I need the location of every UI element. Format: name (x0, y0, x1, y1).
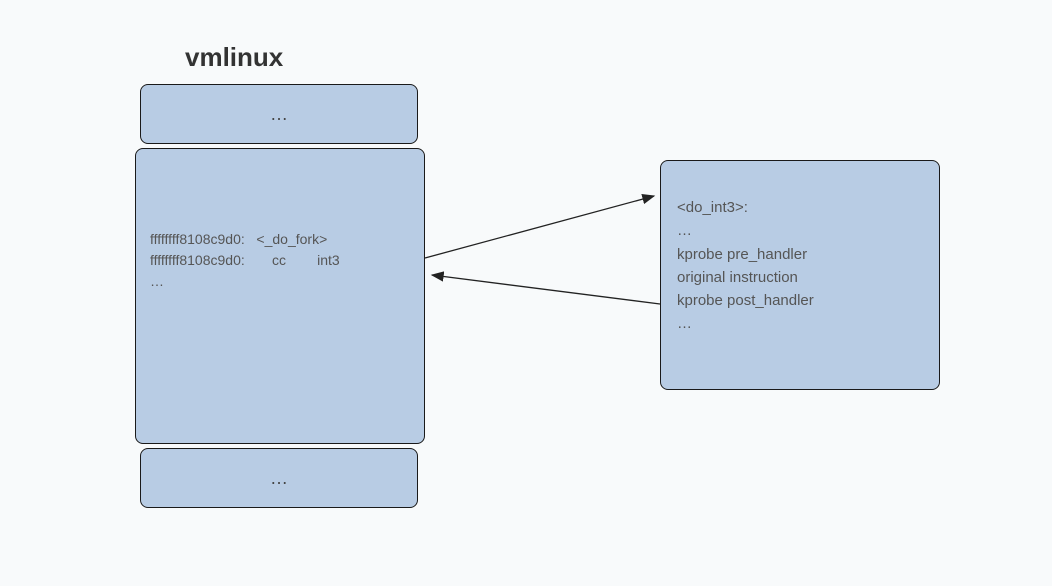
diagram-title: vmlinux (185, 42, 283, 73)
code-line: … (150, 271, 410, 292)
handler-line: kprobe pre_handler (677, 243, 923, 266)
vmlinux-code-box: ffffffff8108c9d0: <_do_fork> ffffffff810… (135, 148, 425, 444)
handler-box: <do_int3>: … kprobe pre_handler original… (660, 160, 940, 390)
handler-line: <do_int3>: (677, 196, 923, 219)
handler-line: kprobe post_handler (677, 289, 923, 312)
code-line: ffffffff8108c9d0: cc int3 (150, 250, 410, 271)
vmlinux-prefix-box: … (140, 84, 418, 144)
ellipsis-text: … (270, 468, 288, 489)
handler-line: … (677, 219, 923, 242)
code-line: ffffffff8108c9d0: <_do_fork> (150, 229, 410, 250)
arrow-to-handler (425, 196, 654, 258)
vmlinux-suffix-box: … (140, 448, 418, 508)
ellipsis-text: … (270, 104, 288, 125)
handler-line: … (677, 312, 923, 335)
handler-line: original instruction (677, 266, 923, 289)
arrow-from-handler (432, 275, 660, 304)
